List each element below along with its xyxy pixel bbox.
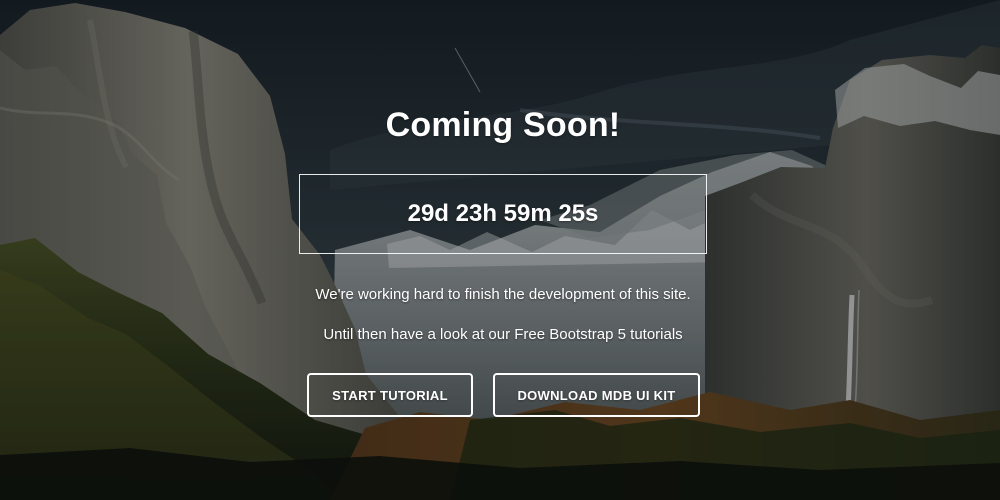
download-mdb-ui-kit-button[interactable]: DOWNLOAD MDB UI KIT: [493, 373, 700, 417]
tutorial-message: Until then have a look at our Free Boots…: [323, 326, 683, 343]
hero-content: Coming Soon! 29d 23h 59m 25s We're worki…: [0, 0, 1000, 500]
countdown-timer: 29d 23h 59m 25s: [299, 174, 707, 254]
start-tutorial-button[interactable]: START TUTORIAL: [307, 373, 473, 417]
page-title: Coming Soon!: [385, 106, 621, 144]
coming-soon-hero: Coming Soon! 29d 23h 59m 25s We're worki…: [0, 0, 1000, 500]
development-message: We're working hard to finish the develop…: [315, 286, 691, 303]
